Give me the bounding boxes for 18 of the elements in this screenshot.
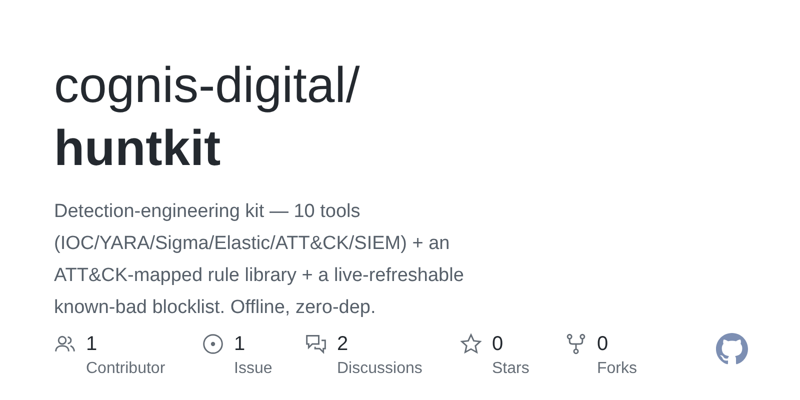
issue-icon bbox=[202, 333, 224, 355]
stat-label: Stars bbox=[492, 359, 530, 379]
stat-label: Issue bbox=[234, 359, 272, 379]
stat-count: 0 bbox=[597, 332, 608, 357]
stat-count: 0 bbox=[492, 332, 504, 357]
stat-count: 2 bbox=[337, 332, 348, 357]
octocat-logo-icon bbox=[716, 333, 748, 365]
stat-label: Discussions bbox=[337, 359, 422, 379]
repo-owner: cognis-digital/ bbox=[54, 56, 360, 115]
repo-name: huntkit bbox=[54, 119, 221, 178]
stat-count: 1 bbox=[234, 332, 246, 357]
stat-count: 1 bbox=[86, 332, 98, 357]
fork-icon bbox=[565, 333, 587, 355]
repo-description: Detection-engineering kit — 10 tools (IOC/YARA/Sigma/Elastic/ATT&CK/SIEM) + an ATT&CK-mapped rule library + a live-refreshable known-bad blocklist. Offline, zero-dep. bbox=[54, 200, 464, 320]
stat-label: Forks bbox=[597, 359, 637, 379]
stat-label: Contributor bbox=[86, 359, 166, 379]
star-icon bbox=[460, 333, 482, 355]
chat-bubbles-icon bbox=[305, 333, 327, 355]
